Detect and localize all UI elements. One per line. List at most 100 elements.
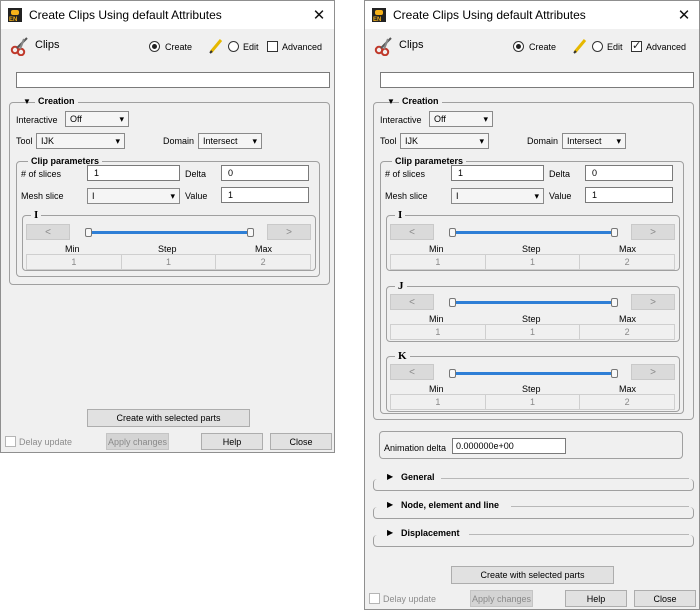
k-slider-track[interactable] <box>453 372 615 375</box>
i-slider-track[interactable] <box>89 231 251 234</box>
j-max-label: Max <box>619 314 637 324</box>
close-button[interactable]: Close <box>270 433 332 450</box>
close-icon[interactable]: ✕ <box>669 6 699 24</box>
j-min-handle[interactable] <box>449 298 456 307</box>
k-min-handle[interactable] <box>449 369 456 378</box>
i-max-value: 2 <box>624 257 630 267</box>
mesh-slice-label: Mesh slice <box>21 191 64 201</box>
j-max-handle[interactable] <box>611 298 618 307</box>
k-step-label: Step <box>522 384 541 394</box>
k-step-value: 1 <box>486 395 581 409</box>
domain-label: Domain <box>163 136 195 146</box>
k-values-row: 1 1 2 <box>390 394 675 410</box>
slices-field[interactable]: 1 <box>87 165 180 181</box>
i-slider-track[interactable] <box>453 231 615 234</box>
advanced-label: Advanced <box>282 42 323 52</box>
j-slider-track[interactable] <box>453 301 615 304</box>
create-with-selected-parts-button[interactable]: Create with selected parts <box>87 409 250 427</box>
create-label: Create <box>529 42 557 52</box>
delta-field[interactable]: 0 <box>585 165 673 181</box>
delay-update-checkbox[interactable] <box>5 436 16 447</box>
j-prev-button[interactable]: < <box>390 294 434 310</box>
mode-header: Clips Create Edit Advanced <box>365 33 699 57</box>
slices-field[interactable]: 1 <box>451 165 544 181</box>
create-radio[interactable] <box>513 41 524 52</box>
k-slider-title: K <box>395 351 410 362</box>
tool-select[interactable]: IJK <box>400 133 489 149</box>
value-field[interactable]: 1 <box>585 187 673 203</box>
i-slider-title: I <box>31 210 42 221</box>
creation-title: Creation <box>399 96 442 107</box>
k-max-label: Max <box>619 384 637 394</box>
clip-name-field[interactable] <box>380 72 694 88</box>
i-prev-button[interactable]: < <box>26 224 70 240</box>
i-min-value: 1 <box>27 255 122 269</box>
pencil-icon <box>209 39 223 54</box>
edit-label: Edit <box>607 42 623 52</box>
collapse-triangle-icon[interactable]: ▼ <box>23 97 31 106</box>
apply-changes-button[interactable]: Apply changes <box>470 590 533 607</box>
ensight-app-icon <box>372 8 386 23</box>
k-max-handle[interactable] <box>611 369 618 378</box>
mesh-slice-select[interactable]: I <box>451 188 544 204</box>
i-min-handle[interactable] <box>85 228 92 237</box>
close-button[interactable]: Close <box>634 590 696 607</box>
clips-label: Clips <box>399 39 424 51</box>
i-max-handle[interactable] <box>247 228 254 237</box>
ensight-app-icon <box>8 8 22 23</box>
scissors-icon <box>10 37 28 56</box>
create-radio[interactable] <box>149 41 160 52</box>
i-values-row: 1 1 2 <box>26 254 311 270</box>
i-next-button[interactable]: > <box>267 224 311 240</box>
i-min-label: Min <box>65 244 80 254</box>
advanced-checkbox[interactable] <box>631 39 642 52</box>
i-prev-button[interactable]: < <box>390 224 434 240</box>
i-min-handle[interactable] <box>449 228 456 237</box>
advanced-checkbox[interactable] <box>267 41 278 52</box>
i-max-label: Max <box>255 244 273 254</box>
i-step-value: 1 <box>122 255 217 269</box>
tool-select[interactable]: IJK <box>36 133 125 149</box>
title-bar: Create Clips Using default Attributes ✕ <box>1 1 334 29</box>
animation-delta-field[interactable]: 0.000000e+00 <box>452 438 566 454</box>
node-element-line-section-box <box>373 507 694 519</box>
apply-changes-button[interactable]: Apply changes <box>106 433 169 450</box>
delta-field[interactable]: 0 <box>221 165 309 181</box>
j-step-value: 1 <box>486 325 581 339</box>
delay-update-checkbox[interactable] <box>369 593 380 604</box>
help-button[interactable]: Help <box>565 590 627 607</box>
slices-label: # of slices <box>21 169 62 179</box>
i-step-label: Step <box>158 244 177 254</box>
k-next-button[interactable]: > <box>631 364 675 380</box>
edit-label: Edit <box>243 42 259 52</box>
domain-select[interactable]: Intersect <box>198 133 262 149</box>
j-step-label: Step <box>522 314 541 324</box>
close-icon[interactable]: ✕ <box>304 6 334 24</box>
creation-title: Creation <box>35 96 78 107</box>
mesh-slice-select[interactable]: I <box>87 188 180 204</box>
window-title: Create Clips Using default Attributes <box>29 8 222 22</box>
k-prev-button[interactable]: < <box>390 364 434 380</box>
i-max-value: 2 <box>260 257 266 267</box>
j-next-button[interactable]: > <box>631 294 675 310</box>
help-button[interactable]: Help <box>201 433 263 450</box>
edit-radio[interactable] <box>592 41 603 52</box>
i-max-handle[interactable] <box>611 228 618 237</box>
scissors-icon <box>374 37 392 56</box>
collapse-triangle-icon[interactable]: ▼ <box>387 97 395 106</box>
value-field[interactable]: 1 <box>221 187 309 203</box>
interactive-select[interactable]: Off <box>65 111 129 127</box>
advanced-label: Advanced <box>646 42 687 52</box>
domain-select[interactable]: Intersect <box>562 133 626 149</box>
delay-update-label: Delay update <box>383 594 437 604</box>
domain-label: Domain <box>527 136 559 146</box>
displacement-section-box <box>373 535 694 547</box>
edit-radio[interactable] <box>228 41 239 52</box>
interactive-label: Interactive <box>380 115 422 125</box>
i-min-label: Min <box>429 244 444 254</box>
i-next-button[interactable]: > <box>631 224 675 240</box>
animation-delta-label: Animation delta <box>384 443 447 453</box>
clip-name-field[interactable] <box>16 72 330 88</box>
create-with-selected-parts-button[interactable]: Create with selected parts <box>451 566 614 584</box>
interactive-select[interactable]: Off <box>429 111 493 127</box>
